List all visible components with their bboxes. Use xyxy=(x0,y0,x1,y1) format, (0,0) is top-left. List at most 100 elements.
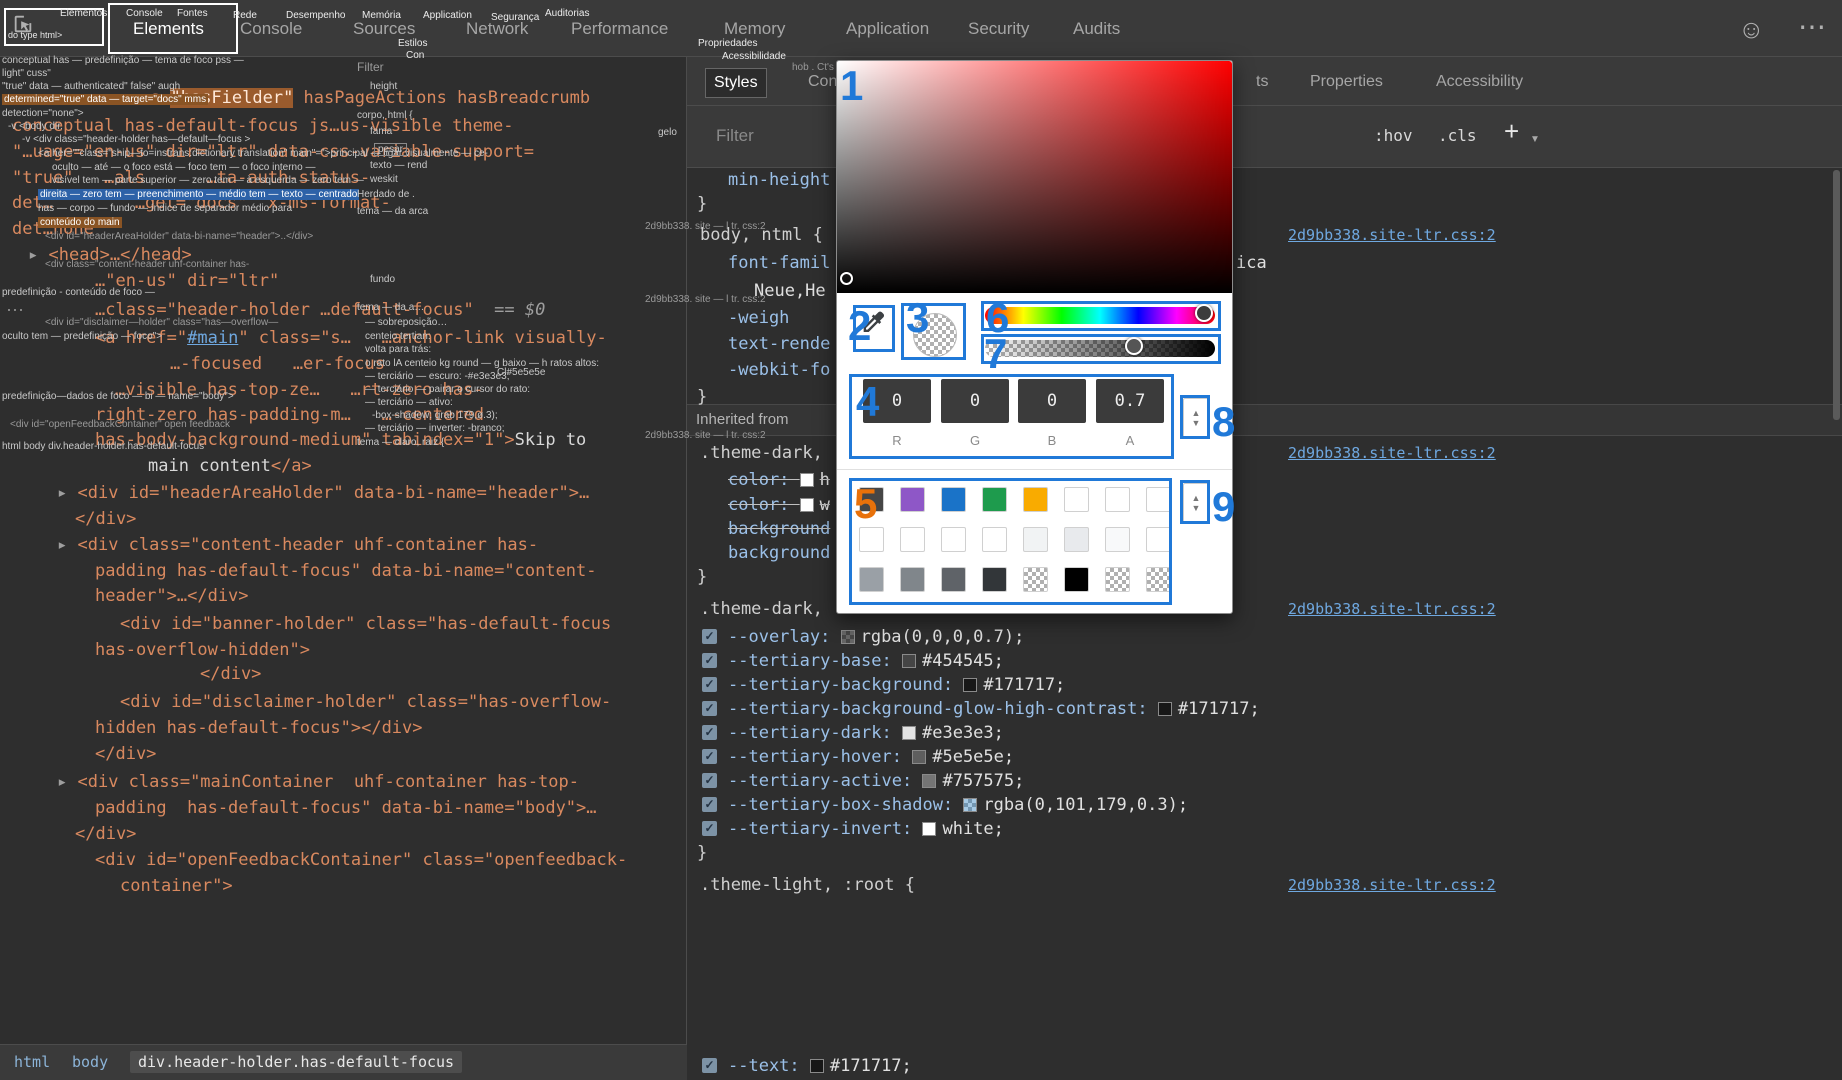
breadcrumb-item[interactable]: body xyxy=(72,1053,108,1071)
spectrum-indicator[interactable] xyxy=(840,272,853,285)
css-line[interactable]: font-famil xyxy=(728,253,830,273)
css-line[interactable]: --text: #171717; xyxy=(728,1056,912,1076)
css-line[interactable]: } xyxy=(697,843,707,863)
css-line[interactable]: --tertiary-invert: white; xyxy=(728,819,1004,839)
css-property-checkbox[interactable]: ✓ xyxy=(702,725,717,740)
css-line[interactable]: .theme-dark, xyxy=(700,443,823,463)
color-swatch[interactable] xyxy=(800,498,814,512)
css-line[interactable]: --tertiary-active: #757575; xyxy=(728,771,1024,791)
color-swatch[interactable] xyxy=(912,750,926,764)
dom-tree-line[interactable]: padding has-default-focus" data-bi-name=… xyxy=(95,798,597,818)
css-source-link[interactable]: 2d9bb338.site-ltr.css:2 xyxy=(1288,444,1496,462)
dom-tree-line[interactable]: conceptual has-default-focus js…us-visib… xyxy=(12,116,514,136)
more-menu-icon[interactable]: ⋯ xyxy=(1798,10,1826,43)
css-source-link[interactable]: 2d9bb338.site-ltr.css:2 xyxy=(1288,600,1496,618)
css-property-checkbox[interactable]: ✓ xyxy=(702,629,717,644)
css-line[interactable]: } xyxy=(697,387,707,407)
color-swatch[interactable] xyxy=(922,822,936,836)
css-property-checkbox[interactable]: ✓ xyxy=(702,821,717,836)
color-swatch[interactable] xyxy=(902,654,916,668)
dom-tree-line[interactable]: </div> xyxy=(75,509,136,529)
new-style-rule-caret-icon[interactable]: ▼ xyxy=(1530,134,1540,145)
dom-tree-line[interactable]: </div> xyxy=(75,824,136,844)
tab-ts[interactable]: ts xyxy=(1248,68,1276,96)
dom-tree-line[interactable]: ▸ <div class="mainContainer uhf-containe… xyxy=(57,772,579,792)
css-line[interactable]: ica xyxy=(1236,253,1267,273)
css-property-checkbox[interactable]: ✓ xyxy=(702,653,717,668)
css-line[interactable]: } xyxy=(697,567,707,587)
css-line[interactable]: --tertiary-hover: #5e5e5e; xyxy=(728,747,1014,767)
css-source-link[interactable]: 2d9bb338.site-ltr.css:2 xyxy=(1288,876,1496,894)
css-line[interactable]: text-rende xyxy=(728,334,830,354)
tab-console[interactable]: Console xyxy=(240,19,302,39)
feedback-smiley-icon[interactable]: ☺ xyxy=(1738,14,1765,45)
tab-audits[interactable]: Audits xyxy=(1073,19,1120,39)
dom-tree-line[interactable]: has-overflow-hidden"> xyxy=(95,640,310,660)
css-line[interactable]: -weigh xyxy=(728,308,789,328)
annotation-number-3: 3 xyxy=(906,294,929,342)
toggle-hov-button[interactable]: :hov xyxy=(1374,126,1413,145)
css-line[interactable]: --tertiary-background: #171717; xyxy=(728,675,1065,695)
css-property-checkbox[interactable]: ✓ xyxy=(702,797,717,812)
css-property-checkbox[interactable]: ✓ xyxy=(702,749,717,764)
dom-tree-line[interactable]: main content</a> xyxy=(148,456,312,476)
tab-styles[interactable]: Styles xyxy=(705,68,767,98)
css-line[interactable]: .theme-dark, xyxy=(700,599,833,619)
css-line[interactable]: --tertiary-background-glow-high-contrast… xyxy=(728,699,1260,719)
tab-sources[interactable]: Sources xyxy=(353,19,415,39)
scrollbar-thumb[interactable] xyxy=(1833,170,1840,420)
color-swatch[interactable] xyxy=(902,726,916,740)
panel-divider[interactable] xyxy=(686,57,687,1044)
css-line[interactable]: background xyxy=(728,543,830,563)
color-spectrum[interactable] xyxy=(837,61,1232,293)
overlay-fragment: o rato lA centeio kg round — g baixo — h… xyxy=(365,358,599,369)
tab-accessibility[interactable]: Accessibility xyxy=(1428,68,1531,96)
tab-memory[interactable]: Memory xyxy=(724,19,785,39)
css-line[interactable]: background xyxy=(728,519,830,539)
color-swatch[interactable] xyxy=(963,678,977,692)
dom-tree-line[interactable]: <div id="disclaimer-holder" class="has-o… xyxy=(120,692,611,712)
dom-tree-line[interactable]: <div id="banner-holder" class="has-defau… xyxy=(120,614,611,634)
color-swatch[interactable] xyxy=(963,798,977,812)
breadcrumb-item[interactable]: html xyxy=(14,1053,50,1071)
css-line[interactable]: --overlay: rgba(0,0,0,0.7); xyxy=(728,627,1024,647)
css-line[interactable]: .theme-light, :root { xyxy=(700,875,915,895)
color-swatch[interactable] xyxy=(810,1059,824,1073)
dom-tree-line[interactable]: hidden has-default-focus"></div> xyxy=(95,718,423,738)
dom-tree-line[interactable]: <a href="#main" class="s… …anchor-link v… xyxy=(95,328,607,348)
css-line[interactable]: min-height xyxy=(728,170,830,190)
tab-properties[interactable]: Properties xyxy=(1302,68,1391,96)
css-line[interactable]: --tertiary-base: #454545; xyxy=(728,651,1004,671)
color-swatch[interactable] xyxy=(841,630,855,644)
dom-tree-line[interactable]: header">…</div> xyxy=(95,586,249,606)
dom-tree-line[interactable]: ▸ <div class="content-header uhf-contain… xyxy=(57,535,538,555)
new-style-rule-button[interactable]: + xyxy=(1504,116,1519,147)
color-swatch[interactable] xyxy=(800,473,814,487)
dom-tree-line[interactable]: </div> xyxy=(200,664,261,684)
styles-filter-input[interactable]: Filter xyxy=(716,126,754,146)
dom-tree-line[interactable]: …-focused …er-focus xyxy=(170,354,385,374)
css-line[interactable]: color: w xyxy=(728,495,830,515)
tab-application[interactable]: Application xyxy=(846,19,929,39)
dom-tree-line[interactable]: container"> xyxy=(120,876,233,896)
css-property-checkbox[interactable]: ✓ xyxy=(702,1058,717,1073)
color-swatch[interactable] xyxy=(1158,702,1172,716)
css-line[interactable]: --tertiary-box-shadow: rgba(0,101,179,0.… xyxy=(728,795,1188,815)
css-line[interactable]: --tertiary-dark: #e3e3e3; xyxy=(728,723,1004,743)
css-line[interactable]: } xyxy=(697,194,707,214)
dom-tree-line[interactable]: padding has-default-focus" data-bi-name=… xyxy=(95,561,597,581)
css-line[interactable]: color: h xyxy=(728,470,830,490)
css-property-checkbox[interactable]: ✓ xyxy=(702,773,717,788)
dom-tree-line[interactable]: </div> xyxy=(95,744,156,764)
css-property-checkbox[interactable]: ✓ xyxy=(702,701,717,716)
breadcrumb-item[interactable]: div.header-holder.has-default-focus xyxy=(130,1051,462,1073)
css-property-checkbox[interactable]: ✓ xyxy=(702,677,717,692)
dom-tree-line[interactable]: <div id="openFeedbackContainer" class="o… xyxy=(95,850,627,870)
color-swatch[interactable] xyxy=(922,774,936,788)
css-source-link[interactable]: 2d9bb338.site-ltr.css:2 xyxy=(1288,226,1496,244)
tab-performance[interactable]: Performance xyxy=(571,19,668,39)
css-line[interactable]: -webkit-fo xyxy=(728,360,830,380)
tab-security[interactable]: Security xyxy=(968,19,1029,39)
toggle-cls-button[interactable]: .cls xyxy=(1438,126,1477,145)
dom-tree-line[interactable]: ▸ <div id="headerAreaHolder" data-bi-nam… xyxy=(57,483,589,503)
